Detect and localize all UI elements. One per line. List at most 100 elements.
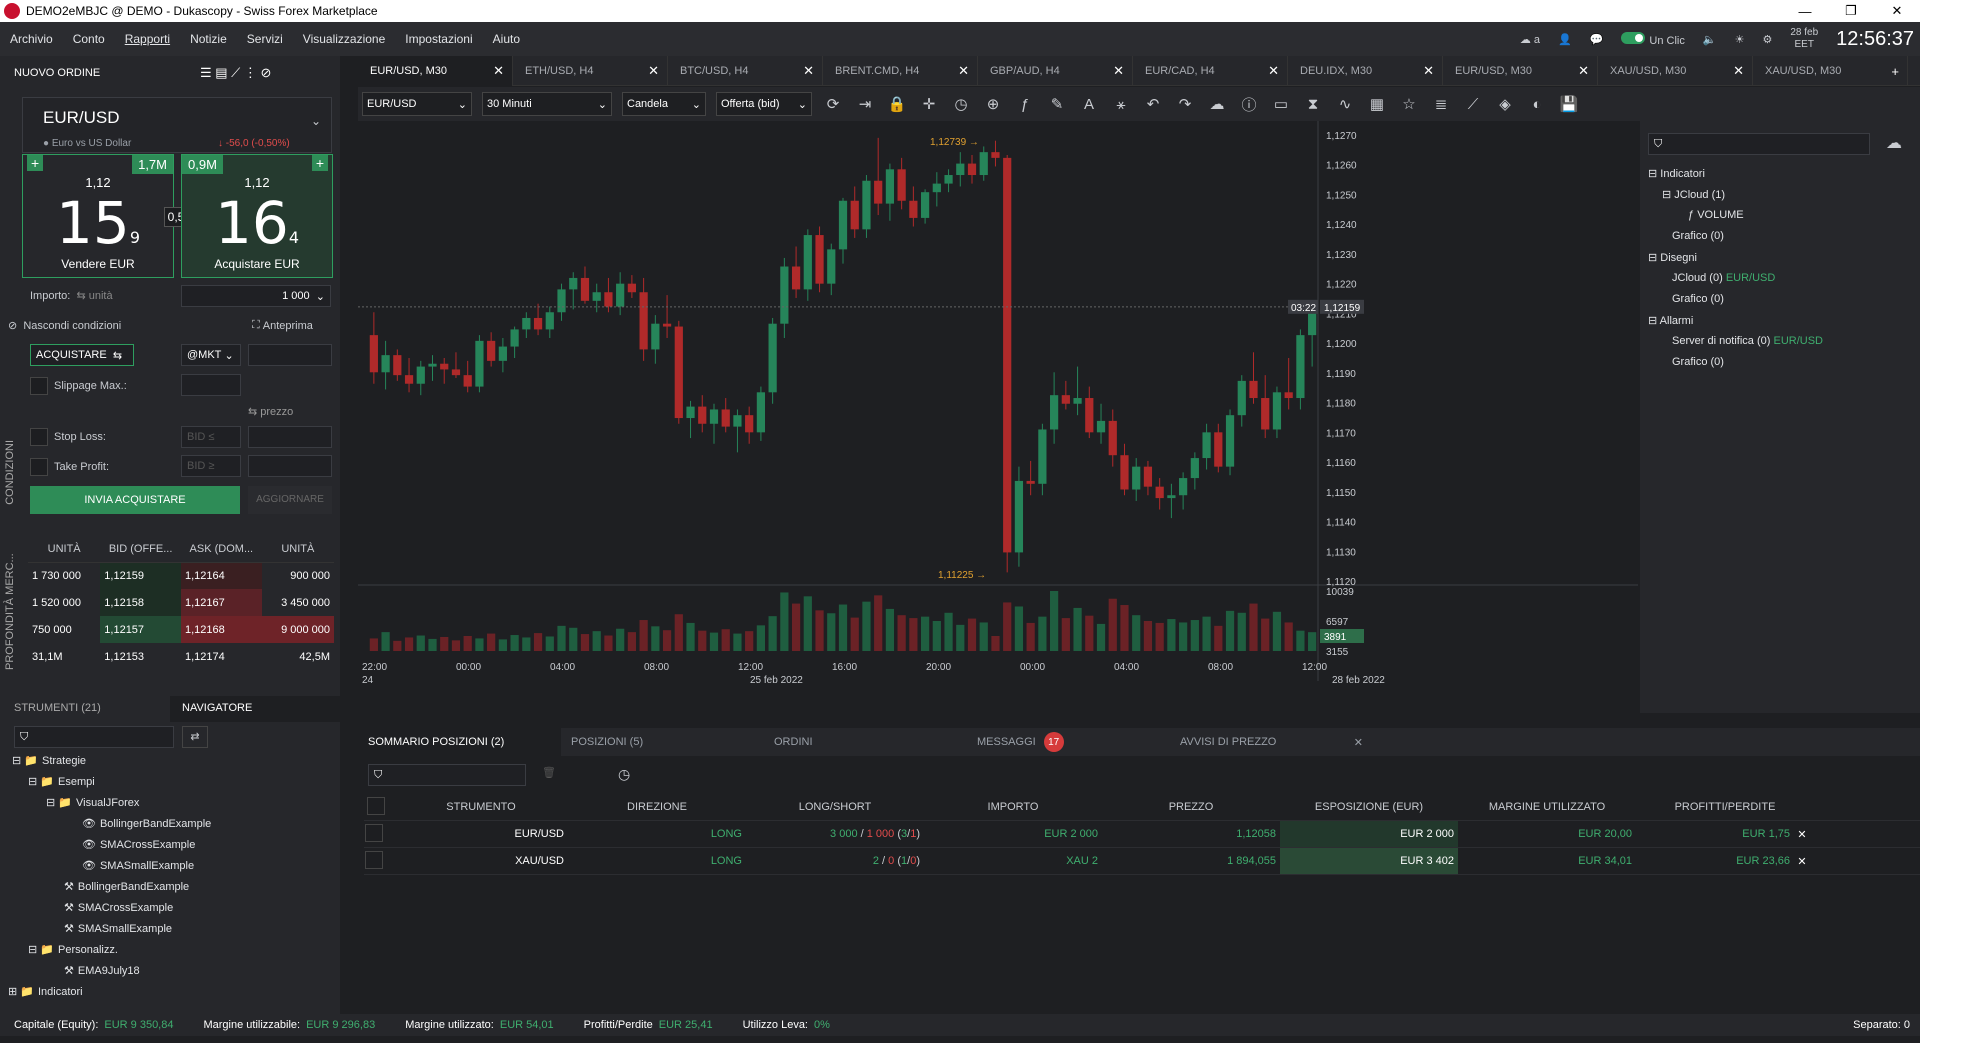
- menu-rapporti[interactable]: Rapporti: [115, 32, 180, 46]
- preview-toggle[interactable]: ⛶ Anteprima: [252, 319, 313, 332]
- pattern-icon[interactable]: ⚹: [1110, 93, 1132, 115]
- close-button[interactable]: ✕: [1874, 0, 1920, 22]
- col-header[interactable]: ESPOSIZIONE (EUR): [1280, 801, 1458, 813]
- menu-aiuto[interactable]: Aiuto: [483, 32, 530, 46]
- tree-personalizz[interactable]: ⊟ 📁 Personalizz.: [28, 943, 118, 957]
- tree-visualjforex[interactable]: ⊟ 📁 VisualJForex: [46, 796, 139, 810]
- refresh-icon[interactable]: ⟳: [822, 93, 844, 115]
- tree-strategy[interactable]: ⚒ BollingerBandExample: [64, 880, 189, 894]
- submit-buy-button[interactable]: INVIA ACQUISTARE: [30, 486, 240, 514]
- col-header[interactable]: PREZZO: [1102, 801, 1280, 813]
- theme-icon[interactable]: ☀: [1735, 33, 1745, 46]
- close-position-icon[interactable]: ✕: [1794, 828, 1814, 841]
- tree-grafico[interactable]: Grafico (0): [1672, 230, 1724, 242]
- order-type-select[interactable]: @MKT ⌄: [181, 344, 241, 366]
- tab-price-alerts[interactable]: AVVISI DI PREZZO ✕: [1170, 728, 1373, 756]
- hide-conditions[interactable]: ⊘ Nascondi condizioni: [8, 319, 121, 333]
- slippage-input[interactable]: [181, 374, 241, 396]
- units-switch[interactable]: ⇆ unità: [76, 289, 112, 302]
- offer-side-select[interactable]: Offerta (bid) ⌄: [716, 92, 812, 116]
- col-header[interactable]: MARGINE UTILIZZATO: [1458, 801, 1636, 813]
- tab-messages[interactable]: MESSAGGI 17: [967, 728, 1170, 756]
- col-header[interactable]: DIREZIONE: [568, 801, 746, 813]
- menu-archivio[interactable]: Archivio: [0, 32, 63, 46]
- row-checkbox[interactable]: [364, 850, 394, 872]
- undo-icon[interactable]: ↶: [1142, 93, 1164, 115]
- gear-icon[interactable]: ⚙: [1762, 33, 1772, 46]
- panel-tools-icons[interactable]: ☰ ▤ ⟋ ⋮ ⊘: [200, 65, 271, 81]
- instrument-select[interactable]: EUR/USD ⌄: [362, 92, 472, 116]
- tree-jcloud[interactable]: ⊟ JCloud (1): [1662, 188, 1725, 201]
- select-all-checkbox[interactable]: [364, 796, 394, 818]
- tree-strategy[interactable]: ⚒ EMA9July18: [64, 964, 140, 978]
- chart-svg[interactable]: 1,1270 1,1260 1,1250 1,1240 1,1230 1,1220 1,12…: [358, 121, 1638, 701]
- update-button[interactable]: AGGIORNARE: [248, 486, 332, 514]
- tab-chart[interactable]: BTC/USD, H4 ✕: [668, 56, 823, 86]
- list-icon[interactable]: ≣: [1430, 93, 1452, 115]
- menu-conto[interactable]: Conto: [63, 32, 115, 46]
- take-profit-input[interactable]: BID ≥: [181, 455, 241, 477]
- swap-icon[interactable]: ⇄: [182, 726, 208, 748]
- menu-impostazioni[interactable]: Impostazioni: [395, 32, 482, 46]
- info-icon[interactable]: ⓘ: [1238, 93, 1260, 115]
- take-profit-row[interactable]: Take Profit:: [30, 458, 109, 476]
- stop-loss-row[interactable]: Stop Loss:: [30, 428, 106, 446]
- cloud-icon[interactable]: ☁: [1886, 133, 1902, 153]
- tree-notification-server[interactable]: Server di notifica (0) EUR/USD: [1672, 335, 1823, 347]
- amount-input[interactable]: 1 000 ⌄: [181, 285, 331, 307]
- positions-filter-input[interactable]: ⛉: [368, 764, 526, 786]
- period-select[interactable]: 30 Minuti ⌄: [482, 92, 612, 116]
- table-row[interactable]: EUR/USD LONG 3 000 / 1 000 (3/1) EUR 2 0…: [364, 821, 1920, 848]
- plus-icon[interactable]: +: [311, 155, 328, 171]
- tree-disegni[interactable]: ⊟ Disegni: [1648, 251, 1697, 264]
- tree-strategy[interactable]: ⚒ SMACrossExample: [64, 901, 173, 915]
- price-input[interactable]: [248, 344, 332, 366]
- row-checkbox[interactable]: [364, 823, 394, 845]
- tab-navigatore[interactable]: NAVIGATORE: [170, 696, 340, 722]
- palette-icon[interactable]: ◐: [1526, 93, 1548, 115]
- tab-chart[interactable]: EUR/USD, M30 ✕: [1443, 56, 1598, 86]
- tab-chart[interactable]: EUR/CAD, H4 ✕: [1133, 56, 1288, 86]
- tree-allarmi[interactable]: ⊟ Allarmi: [1648, 314, 1693, 327]
- tab-chart[interactable]: ETH/USD, H4 ✕: [513, 56, 668, 86]
- tab-orders[interactable]: ORDINI: [764, 728, 967, 756]
- zoom-icon[interactable]: ⊕: [982, 93, 1004, 115]
- price-switch[interactable]: ⇆ prezzo: [248, 405, 293, 418]
- tab-chart[interactable]: GBP/AUD, H4 ✕: [978, 56, 1133, 86]
- close-position-icon[interactable]: ✕: [1794, 855, 1814, 868]
- cloud-icon[interactable]: ☁ a: [1520, 33, 1540, 46]
- tab-chart[interactable]: DEU.IDX, M30 ✕: [1288, 56, 1443, 86]
- cloud-upload-icon[interactable]: ☁: [1206, 93, 1228, 115]
- tree-jcloud-drawings[interactable]: JCloud (0) EUR/USD: [1672, 272, 1775, 284]
- tab-position-summary[interactable]: SOMMARIO POSIZIONI (2): [358, 728, 561, 756]
- tab-positions[interactable]: POSIZIONI (5): [561, 728, 764, 756]
- slippage-row[interactable]: Slippage Max.:: [30, 377, 127, 395]
- tree-esempi[interactable]: ⊟ 📁 Esempi: [28, 775, 95, 789]
- tree-grafico[interactable]: Grafico (0): [1672, 356, 1724, 368]
- stop-loss-value[interactable]: [248, 426, 332, 448]
- trash-icon[interactable]: 🗑: [542, 766, 556, 779]
- trend-icon[interactable]: ⟋: [1462, 93, 1484, 115]
- plus-icon[interactable]: +: [27, 155, 44, 171]
- one-click-toggle[interactable]: Un Clic: [1621, 31, 1685, 47]
- objects-filter-input[interactable]: ⛉: [1648, 133, 1870, 155]
- wave-icon[interactable]: ∿: [1334, 93, 1356, 115]
- col-header[interactable]: LONG/SHORT: [746, 801, 924, 813]
- tab-chart[interactable]: EUR/USD, M30 ✕: [358, 56, 513, 86]
- save-icon[interactable]: 💾: [1558, 93, 1580, 115]
- side-select[interactable]: ACQUISTARE ⇆: [30, 344, 134, 366]
- redo-icon[interactable]: ↷: [1174, 93, 1196, 115]
- sound-icon[interactable]: 🔈: [1703, 33, 1717, 46]
- calendar-icon[interactable]: ▦: [1366, 93, 1388, 115]
- ruler-icon[interactable]: ▭: [1270, 93, 1292, 115]
- tree-indicatori[interactable]: ⊟ Indicatori: [1648, 167, 1705, 180]
- tab-chart[interactable]: XAU/USD, M30 +: [1753, 56, 1908, 86]
- shift-icon[interactable]: ⇥: [854, 93, 876, 115]
- col-header[interactable]: PROFITTI/PERDITE: [1636, 801, 1814, 813]
- stop-loss-input[interactable]: BID ≤: [181, 426, 241, 448]
- hourglass-icon[interactable]: ⧗: [1302, 93, 1324, 115]
- user-icon[interactable]: 👤: [1558, 33, 1572, 46]
- col-header[interactable]: STRUMENTO: [394, 801, 568, 813]
- price-chart[interactable]: 1,1270 1,1260 1,1250 1,1240 1,1230 1,1220 1,12…: [358, 121, 1638, 701]
- tree-strategy[interactable]: 👁 BollingerBandExample: [82, 817, 211, 831]
